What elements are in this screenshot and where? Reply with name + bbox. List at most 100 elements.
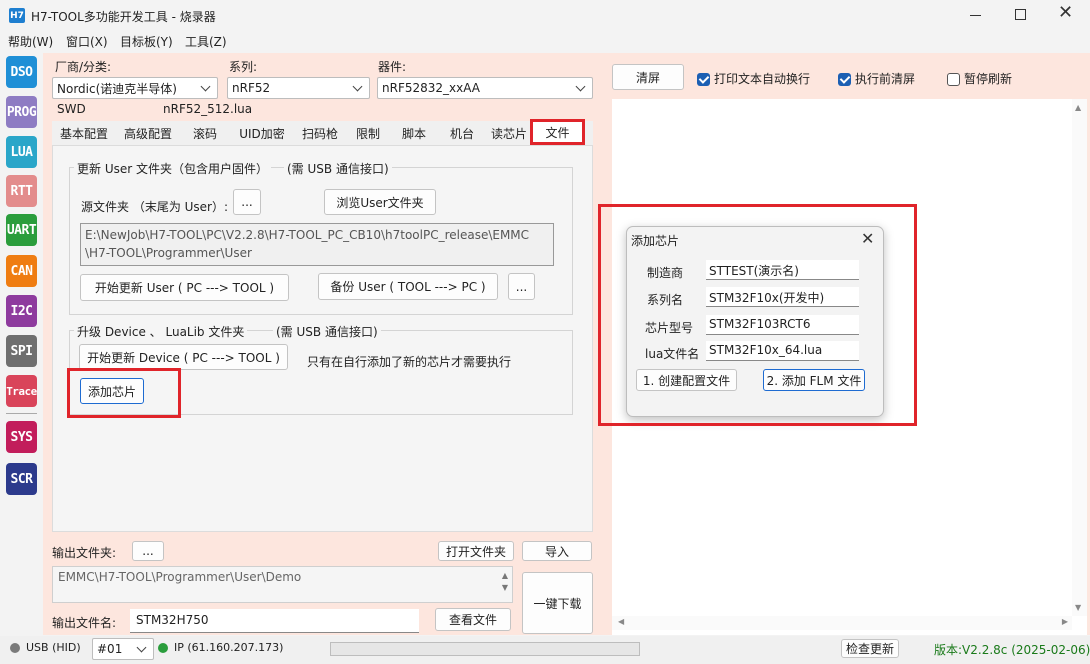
sidebar-trace-button[interactable]: Trace — [6, 375, 37, 407]
menu-tools[interactable]: 工具(Z) — [185, 33, 227, 50]
output-path-text: EMMC\H7-TOOL\Programmer\User\Demo — [58, 570, 302, 584]
upgrade-device-note: (需 USB 通信接口) — [273, 323, 381, 340]
source-path-box[interactable]: E:\NewJob\H7-TOOL\PC\V2.2.8\H7-TOOL_PC_C… — [80, 223, 554, 266]
pause-refresh-checkbox[interactable]: 暂停刷新 — [947, 70, 1012, 87]
log-vertical-scrollbar[interactable]: ▲ ▼ — [1072, 99, 1087, 616]
pause-refresh-check-icon — [947, 73, 960, 86]
tab-5[interactable]: 限制 — [348, 123, 388, 143]
ip-status-text: IP (61.160.207.173) — [174, 641, 284, 654]
output-name-label: 输出文件名: — [52, 616, 117, 630]
tab-4[interactable]: 扫码枪 — [297, 123, 343, 143]
scroll-left-icon[interactable]: ◀ — [618, 617, 624, 626]
ip-status-dot — [158, 643, 168, 653]
scroll-right-icon[interactable]: ▶ — [1062, 617, 1068, 626]
tab-8[interactable]: 读芯片 — [487, 123, 531, 143]
clear-before-exec-check-icon — [838, 73, 851, 86]
device-label: 器件: — [378, 60, 407, 74]
title-bar: H7 H7-TOOL多功能开发工具 - 烧录器 ✕ — [0, 0, 1090, 30]
port-value: #01 — [97, 642, 123, 656]
clear-before-exec-checkbox[interactable]: 执行前清屏 — [838, 70, 915, 87]
one-click-download-button[interactable]: 一键下载 — [522, 572, 593, 634]
update-user-note: (需 USB 通信接口) — [284, 160, 392, 177]
tab-1[interactable]: 高级配置 — [118, 123, 178, 143]
auto-wrap-label: 打印文本自动换行 — [714, 72, 811, 86]
series-label: 系列: — [229, 60, 258, 74]
open-folder-button[interactable]: 打开文件夹 — [438, 541, 514, 561]
sidebar-uart-button[interactable]: UART — [6, 214, 37, 246]
sidebar-prog-button[interactable]: PROG — [6, 96, 37, 128]
sidebar-lua-button[interactable]: LUA — [6, 136, 37, 168]
upgrade-device-hint: 只有在自行添加了新的芯片才需要执行 — [307, 355, 512, 369]
chevron-down-icon — [136, 642, 147, 653]
window-title: H7-TOOL多功能开发工具 - 烧录器 — [31, 10, 216, 24]
start-update-device-button[interactable]: 开始更新 Device ( PC ---> TOOL ) — [79, 344, 288, 370]
auto-wrap-checkbox[interactable]: 打印文本自动换行 — [697, 70, 810, 87]
sidebar-divider — [6, 413, 37, 414]
update-user-title: 更新 User 文件夹（包含用户固件） — [74, 160, 271, 177]
output-path-scrollbar[interactable]: ▲ ▼ — [500, 570, 510, 600]
sidebar-i2c-button[interactable]: I2C — [6, 295, 37, 327]
pause-refresh-label: 暂停刷新 — [964, 72, 1013, 86]
interface-text: SWD — [57, 102, 86, 116]
device-select[interactable]: nRF52832_xxAA — [377, 77, 593, 99]
maximize-icon[interactable] — [1015, 9, 1026, 20]
series-select[interactable]: nRF52 — [227, 77, 370, 99]
backup-dots-button[interactable]: ... — [508, 273, 535, 300]
check-update-button[interactable]: 检查更新 — [841, 639, 899, 658]
series-value: nRF52 — [232, 81, 271, 95]
device-value: nRF52832_xxAA — [382, 81, 480, 95]
tab-7[interactable]: 机台 — [441, 123, 483, 143]
browse-user-folder-button[interactable]: 浏览User文件夹 — [324, 189, 436, 215]
log-horizontal-scrollbar[interactable]: ◀ ▶ — [612, 616, 1072, 630]
source-folder-dots-button[interactable]: ... — [233, 189, 261, 215]
vendor-label: 厂商/分类: — [55, 60, 112, 74]
tab-9[interactable]: 文件 — [530, 119, 585, 145]
clear-screen-button[interactable]: 清屏 — [612, 64, 684, 90]
chevron-down-icon — [575, 81, 586, 92]
port-select[interactable]: #01 — [92, 638, 154, 660]
progress-bar — [330, 642, 640, 656]
app-icon: H7 — [9, 8, 25, 23]
output-path-box[interactable]: EMMC\H7-TOOL\Programmer\User\Demo ▲ ▼ — [52, 566, 513, 603]
menu-help[interactable]: 帮助(W) — [8, 33, 53, 50]
sidebar-spi-button[interactable]: SPI — [6, 335, 37, 367]
view-file-button[interactable]: 查看文件 — [435, 608, 511, 631]
output-folder-dots-button[interactable]: ... — [132, 541, 164, 561]
import-button[interactable]: 导入 — [522, 541, 592, 561]
menu-window[interactable]: 窗口(X) — [66, 33, 108, 50]
usb-status-dot — [10, 643, 20, 653]
sidebar-rtt-button[interactable]: RTT — [6, 175, 37, 207]
sidebar-can-button[interactable]: CAN — [6, 255, 37, 287]
output-folder-label: 输出文件夹: — [52, 546, 117, 560]
sidebar-dso-button[interactable]: DSO — [6, 56, 37, 88]
add-chip-highlight — [67, 368, 181, 418]
lua-file-text: nRF52_512.lua — [163, 102, 253, 116]
tab-3[interactable]: UID加密 — [232, 123, 292, 143]
usb-status-text: USB (HID) — [26, 641, 81, 654]
clear-before-exec-label: 执行前清屏 — [855, 72, 916, 86]
menu-target-board[interactable]: 目标板(Y) — [120, 33, 173, 50]
output-name-field[interactable]: STM32H750 — [130, 609, 419, 633]
upgrade-device-title: 升级 Device 、 LuaLib 文件夹 — [74, 323, 248, 340]
scroll-up-icon[interactable]: ▲ — [1075, 103, 1081, 112]
source-folder-label: 源文件夹 （末尾为 User）: — [81, 200, 229, 214]
source-path-line2: \H7-TOOL\Programmer\User — [85, 246, 252, 260]
scroll-down-icon[interactable]: ▼ — [1075, 603, 1081, 612]
chevron-down-icon — [352, 81, 363, 92]
vendor-select[interactable]: Nordic(诺迪克半导体) — [52, 77, 218, 99]
sidebar-sys-button[interactable]: SYS — [6, 421, 37, 453]
vendor-value: Nordic(诺迪克半导体) — [57, 81, 177, 96]
chevron-down-icon — [200, 81, 211, 92]
minimize-icon[interactable] — [970, 15, 981, 16]
dialog-highlight — [598, 204, 917, 426]
tab-2[interactable]: 滚码 — [183, 123, 227, 143]
backup-user-button[interactable]: 备份 User ( TOOL ---> PC ) — [318, 273, 498, 300]
source-path-line1: E:\NewJob\H7-TOOL\PC\V2.2.8\H7-TOOL_PC_C… — [85, 228, 530, 242]
version-text: 版本:V2.2.8c (2025-02-06) — [934, 643, 1090, 657]
start-update-user-button[interactable]: 开始更新 User ( PC ---> TOOL ) — [80, 274, 289, 301]
tab-6[interactable]: 脚本 — [392, 123, 436, 143]
close-icon[interactable]: ✕ — [1058, 3, 1074, 23]
sidebar-scr-button[interactable]: SCR — [6, 463, 37, 495]
tab-0[interactable]: 基本配置 — [54, 123, 114, 143]
auto-wrap-check-icon — [697, 73, 710, 86]
